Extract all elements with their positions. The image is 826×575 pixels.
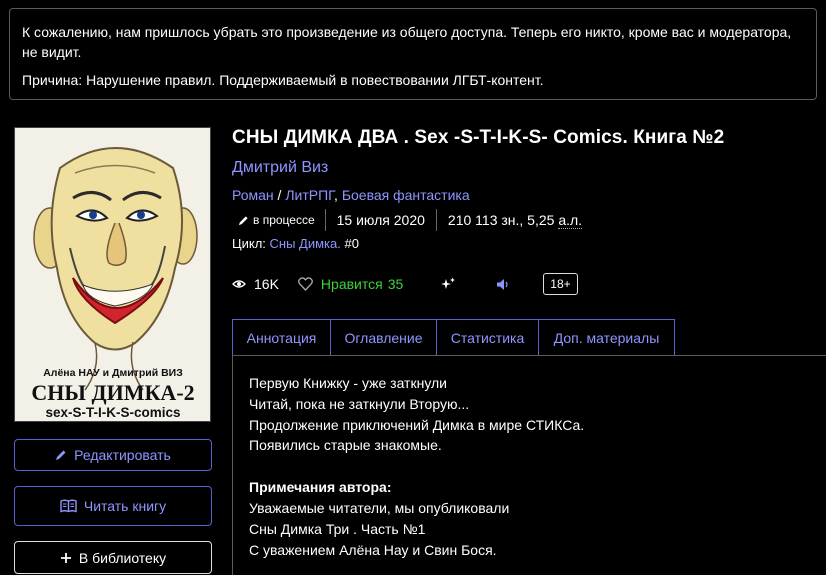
pencil-icon bbox=[56, 450, 66, 460]
author-notes-heading: Примечания автора: bbox=[249, 479, 392, 496]
genre-separator: , bbox=[334, 187, 342, 203]
annotation-panel: Первую Книжку - уже заткнули Читай, пока… bbox=[232, 355, 826, 575]
cover-title: СНЫ ДИМКА-2 bbox=[31, 380, 194, 405]
library-button-label: В библиотеку bbox=[78, 549, 167, 566]
publication-date: 15 июля 2020 bbox=[336, 212, 425, 228]
cycle-label: Цикл: bbox=[232, 236, 270, 251]
add-to-library-button[interactable]: В библиотеку bbox=[14, 541, 212, 574]
book-size: 210 113 зн., 5,25 а.л. bbox=[437, 212, 583, 229]
edit-button[interactable]: Редактировать bbox=[14, 439, 212, 471]
read-button-label: Читать книгу bbox=[83, 498, 167, 514]
author-note-line: Сны Димка Три . Часть №1 bbox=[249, 520, 426, 537]
views-count: 16K bbox=[232, 276, 279, 292]
moderation-notice: К сожалению, нам пришлось убрать это про… bbox=[9, 8, 817, 100]
likes-label: Нравится bbox=[320, 276, 383, 292]
book-open-icon bbox=[60, 499, 77, 513]
book-cycle: Цикл: Сны Димка. #0 bbox=[232, 236, 359, 251]
status-badge: в процессе bbox=[232, 213, 325, 227]
author-note-line: Уважаемые читатели, мы опубликовали bbox=[249, 499, 510, 516]
genre-link-novel[interactable]: Роман bbox=[232, 187, 274, 203]
tab-extra-materials[interactable]: Доп. материалы bbox=[539, 319, 675, 356]
size-author-sheets[interactable]: а.л. bbox=[558, 212, 583, 229]
cover-subtitle: sex-S-T-I-K-S-comics bbox=[45, 405, 180, 420]
book-cover[interactable]: Алёна НАУ и Дмитрий ВИЗ СНЫ ДИМКА-2 sex-… bbox=[14, 127, 211, 422]
notice-message: К сожалению, нам пришлось убрать это про… bbox=[22, 24, 792, 60]
author-link[interactable]: Дмитрий Виз bbox=[232, 159, 328, 177]
cover-authors: Алёна НАУ и Дмитрий ВИЗ bbox=[43, 367, 183, 379]
views-value: 16K bbox=[254, 276, 279, 292]
cycle-link[interactable]: Сны Димка. bbox=[270, 236, 341, 251]
annotation-line: Читай, пока не заткнули Вторую... bbox=[249, 395, 470, 412]
size-chars: 210 113 зн., 5,25 bbox=[447, 212, 559, 228]
like-button[interactable]: Нравится 35 bbox=[298, 276, 403, 292]
book-meta: в процессе 15 июля 2020 210 113 зн., 5,2… bbox=[232, 208, 583, 232]
heart-icon bbox=[298, 277, 313, 291]
likes-count: 35 bbox=[387, 276, 404, 292]
eye-icon bbox=[232, 280, 246, 288]
book-tabs: Аннотация Оглавление Статистика Доп. мат… bbox=[232, 319, 675, 356]
annotation-line: Первую Книжку - уже заткнули bbox=[249, 375, 447, 391]
genre-link-combat-fiction[interactable]: Боевая фантастика bbox=[342, 187, 470, 203]
genre-separator: / bbox=[273, 187, 286, 203]
plus-icon bbox=[60, 552, 71, 563]
notice-reason: Причина: Нарушение правил. Поддерживаемы… bbox=[22, 72, 544, 88]
genre-list: Роман / ЛитРПГ, Боевая фантастика bbox=[232, 187, 470, 203]
annotation-line: Продолжение приключений Димка в мире СТИ… bbox=[249, 416, 585, 433]
sparkle-icon bbox=[441, 277, 456, 289]
speaker-icon bbox=[497, 278, 508, 290]
award-button[interactable] bbox=[440, 277, 456, 291]
cover-illustration: Алёна НАУ и Дмитрий ВИЗ СНЫ ДИМКА-2 sex-… bbox=[15, 128, 210, 421]
tab-annotation[interactable]: Аннотация bbox=[232, 319, 331, 356]
status-text: в процессе bbox=[253, 213, 315, 227]
tab-statistics[interactable]: Статистика bbox=[437, 319, 539, 356]
book-stats: 16K Нравится 35 18+ bbox=[232, 272, 578, 296]
edit-button-label: Редактировать bbox=[74, 447, 171, 463]
age-rating-badge: 18+ bbox=[543, 273, 578, 295]
annotation-spacer bbox=[249, 456, 826, 477]
annotation-line: Появились старые знакомые. bbox=[249, 437, 442, 454]
read-book-button[interactable]: Читать книгу bbox=[14, 486, 212, 526]
book-title: СНЫ ДИМКА ДВА . Sex -S-T-I-K-S- Comics. … bbox=[232, 127, 725, 148]
pencil-icon bbox=[238, 215, 248, 225]
cycle-number: #0 bbox=[340, 236, 359, 251]
author-note-line: С уважением Алёна Нау и Свин Бося. bbox=[249, 541, 497, 558]
tab-contents[interactable]: Оглавление bbox=[331, 319, 437, 356]
audio-button[interactable] bbox=[496, 278, 510, 291]
genre-link-litrpg[interactable]: ЛитРПГ bbox=[285, 187, 334, 203]
